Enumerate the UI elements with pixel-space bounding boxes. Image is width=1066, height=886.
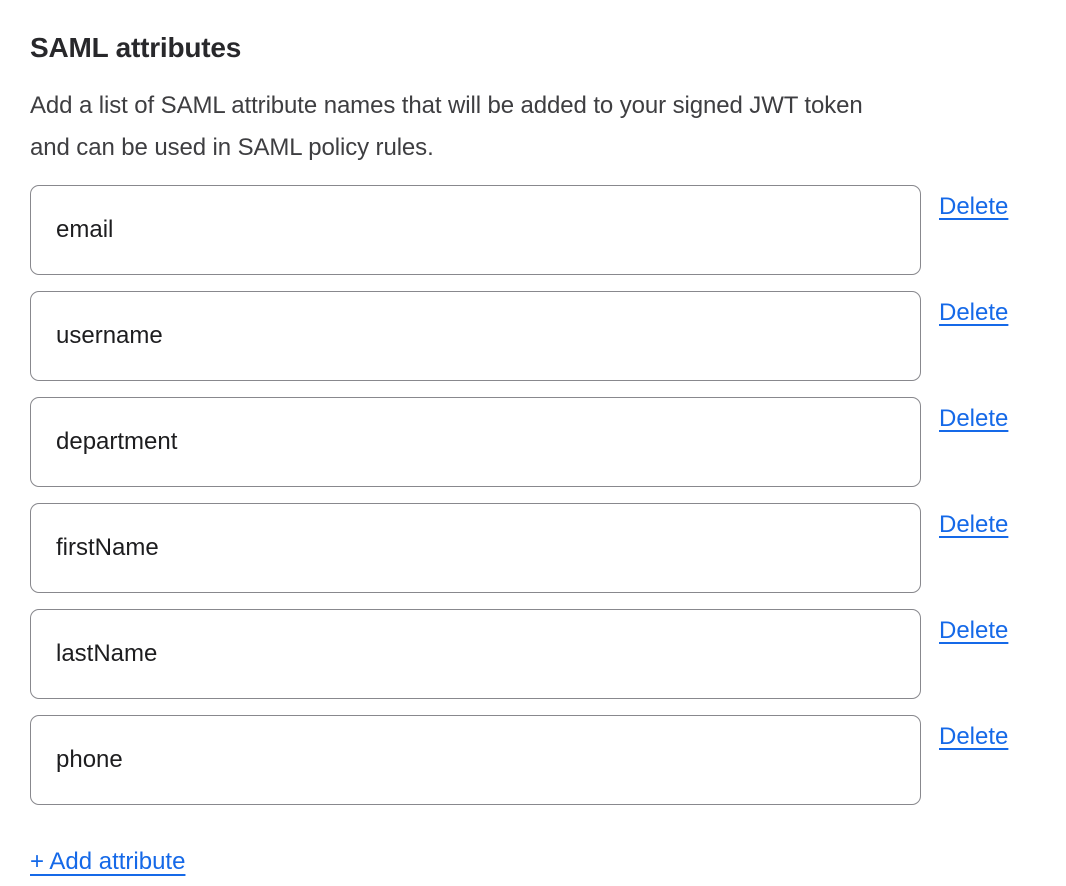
attribute-input-phone[interactable] [30, 715, 921, 805]
attribute-input-lastname[interactable] [30, 609, 921, 699]
attribute-row: Delete [30, 397, 1036, 487]
saml-attributes-section: SAML attributes Add a list of SAML attri… [0, 0, 1066, 876]
delete-link[interactable]: Delete [939, 299, 1008, 327]
delete-link[interactable]: Delete [939, 405, 1008, 433]
attribute-input-firstname[interactable] [30, 503, 921, 593]
delete-link[interactable]: Delete [939, 723, 1008, 751]
description-line: and can be used in SAML policy rules. [30, 127, 1036, 169]
attribute-row: Delete [30, 503, 1036, 593]
attribute-input-email[interactable] [30, 185, 921, 275]
attribute-input-username[interactable] [30, 291, 921, 381]
attribute-row: Delete [30, 609, 1036, 699]
attribute-row: Delete [30, 715, 1036, 805]
attribute-row: Delete [30, 291, 1036, 381]
attribute-input-department[interactable] [30, 397, 921, 487]
attribute-row: Delete [30, 185, 1036, 275]
delete-link[interactable]: Delete [939, 193, 1008, 221]
delete-link[interactable]: Delete [939, 617, 1008, 645]
add-attribute-link[interactable]: + Add attribute [30, 848, 185, 876]
section-title: SAML attributes [30, 31, 1036, 65]
description-line: Add a list of SAML attribute names that … [30, 85, 1036, 127]
attribute-list: Delete Delete Delete Delete Delete Delet… [30, 185, 1036, 805]
delete-link[interactable]: Delete [939, 511, 1008, 539]
section-description: Add a list of SAML attribute names that … [30, 85, 1036, 169]
